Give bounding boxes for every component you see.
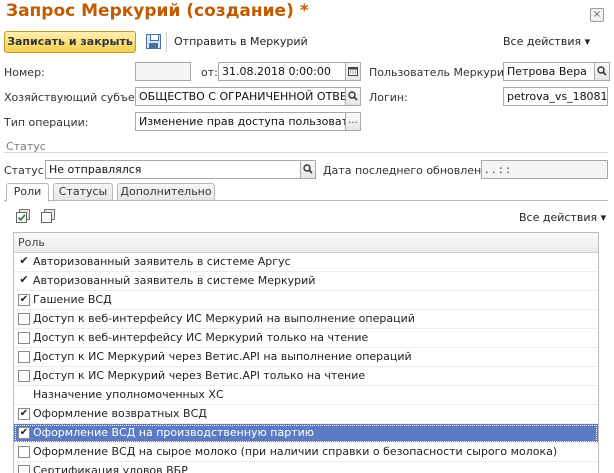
op-type-select-button[interactable]: ...	[345, 112, 361, 131]
status-section-divider	[4, 152, 608, 153]
roles-all-actions-menu[interactable]: Все действия ▾	[519, 211, 606, 224]
table-row[interactable]: Сертификация уловов ВБР	[14, 462, 598, 473]
role-label: Доступ к веб-интерфейсу ИС Меркурий на в…	[33, 312, 415, 325]
role-checkbox[interactable]	[18, 313, 30, 325]
op-type-label: Тип операции:	[4, 116, 89, 129]
table-row[interactable]: ✔ Гашение ВСД	[14, 291, 598, 310]
role-checkbox[interactable]	[18, 370, 30, 382]
checkmark-icon[interactable]: ✔	[18, 255, 30, 268]
role-label: Сертификация уловов ВБР	[33, 464, 188, 473]
op-type-field[interactable]: Изменение прав доступа пользователя	[135, 112, 346, 131]
table-row[interactable]: ✔ Оформление ВСД на производственную парт…	[14, 424, 598, 443]
table-row[interactable]: Оформление ВСД на сырое молоко (при нали…	[14, 443, 598, 462]
chevron-down-icon: ▾	[600, 211, 607, 224]
last-update-field: . . : :	[481, 160, 608, 179]
toolbar-separator	[166, 32, 167, 52]
number-field[interactable]	[135, 62, 191, 81]
status-label: Статус:	[4, 164, 48, 177]
entity-search-icon[interactable]	[345, 87, 361, 106]
role-label: Доступ к ИС Меркурий через Ветис.API тол…	[33, 369, 366, 382]
close-icon[interactable]: ×	[590, 8, 604, 22]
role-checkbox[interactable]: ✔	[18, 408, 30, 420]
user-search-icon[interactable]	[594, 62, 610, 81]
role-label: Доступ к веб-интерфейсу ИС Меркурий толь…	[33, 331, 369, 344]
tab-statuses[interactable]: Статусы	[53, 183, 113, 201]
table-row[interactable]: Назначение уполномоченных ХС	[14, 386, 598, 405]
tab-roles[interactable]: Роли	[6, 183, 49, 202]
all-actions-menu[interactable]: Все действия ▾	[503, 35, 590, 48]
login-label: Логин:	[369, 91, 408, 104]
table-row[interactable]: ✔ Авторизованный заявитель в системе Аргу…	[14, 253, 598, 272]
role-label: Оформление ВСД на сырое молоко (при нали…	[33, 445, 558, 458]
all-actions-label: Все действия	[503, 35, 582, 48]
login-field[interactable]: petrova_vs_180818	[503, 87, 608, 106]
role-label: Оформление ВСД на производственную парти…	[33, 426, 315, 439]
save-and-close-button[interactable]: Записать и закрыть	[4, 31, 136, 53]
table-row[interactable]: Доступ к ИС Меркурий через Ветис.API на …	[14, 348, 598, 367]
entity-label: Хозяйствующий субъект:	[4, 91, 152, 104]
table-row[interactable]: Доступ к веб-интерфейсу ИС Меркурий на в…	[14, 310, 598, 329]
check-all-icon[interactable]	[16, 209, 30, 223]
from-label: от:	[201, 66, 218, 79]
checkmark-icon[interactable]: ✔	[18, 274, 30, 287]
number-label: Номер:	[4, 66, 45, 79]
role-label: Авторизованный заявитель в системе Мерку…	[33, 274, 316, 287]
role-label: Доступ к ИС Меркурий через Ветис.API на …	[33, 350, 412, 363]
role-checkbox[interactable]	[18, 465, 30, 473]
roles-table-body: ✔ Авторизованный заявитель в системе Аргу…	[14, 253, 598, 473]
calendar-icon[interactable]	[345, 62, 361, 81]
table-row[interactable]: Доступ к ИС Меркурий через Ветис.API тол…	[14, 367, 598, 386]
role-label: Авторизованный заявитель в системе Аргус	[33, 255, 291, 268]
status-search-icon[interactable]	[300, 160, 316, 179]
table-row[interactable]: Доступ к веб-интерфейсу ИС Меркурий толь…	[14, 329, 598, 348]
chevron-down-icon: ▾	[584, 35, 591, 48]
last-update-label: Дата последнего обновления:	[323, 164, 499, 177]
window-title: Запрос Меркурий (создание) *	[6, 1, 309, 21]
role-checkbox[interactable]	[18, 332, 30, 344]
entity-field[interactable]: ОБЩЕСТВО С ОГРАНИЧЕННОЙ ОТВЕТС	[135, 87, 346, 106]
roles-all-actions-label: Все действия	[519, 211, 598, 224]
column-header-role[interactable]: Роль	[14, 233, 598, 253]
role-checkbox[interactable]: ✔	[18, 294, 30, 306]
uncheck-all-icon[interactable]	[41, 209, 55, 223]
table-row[interactable]: ✔ Оформление возвратных ВСД	[14, 405, 598, 424]
date-field[interactable]: 31.08.2018 0:00:00	[218, 62, 346, 81]
send-to-mercury-button[interactable]: Отправить в Меркурий	[174, 35, 308, 48]
role-checkbox[interactable]: ✔	[18, 427, 30, 439]
role-label: Оформление возвратных ВСД	[33, 407, 207, 420]
role-checkbox[interactable]	[18, 351, 30, 363]
role-checkbox[interactable]	[18, 446, 30, 458]
role-label: Назначение уполномоченных ХС	[33, 388, 224, 401]
tab-divider	[4, 200, 608, 201]
user-field[interactable]: Петрова Вера	[503, 62, 595, 81]
checkmark-icon[interactable]	[18, 389, 30, 401]
save-icon[interactable]	[146, 34, 161, 49]
table-row[interactable]: ✔ Авторизованный заявитель в системе Мерк…	[14, 272, 598, 291]
status-field[interactable]: Не отправлялся	[45, 160, 301, 179]
role-label: Гашение ВСД	[33, 293, 112, 306]
roles-table: Роль ✔ Авторизованный заявитель в системе…	[13, 232, 599, 473]
tab-additional[interactable]: Дополнительно	[117, 183, 215, 201]
user-label: Пользователь Меркурий:	[369, 66, 515, 79]
